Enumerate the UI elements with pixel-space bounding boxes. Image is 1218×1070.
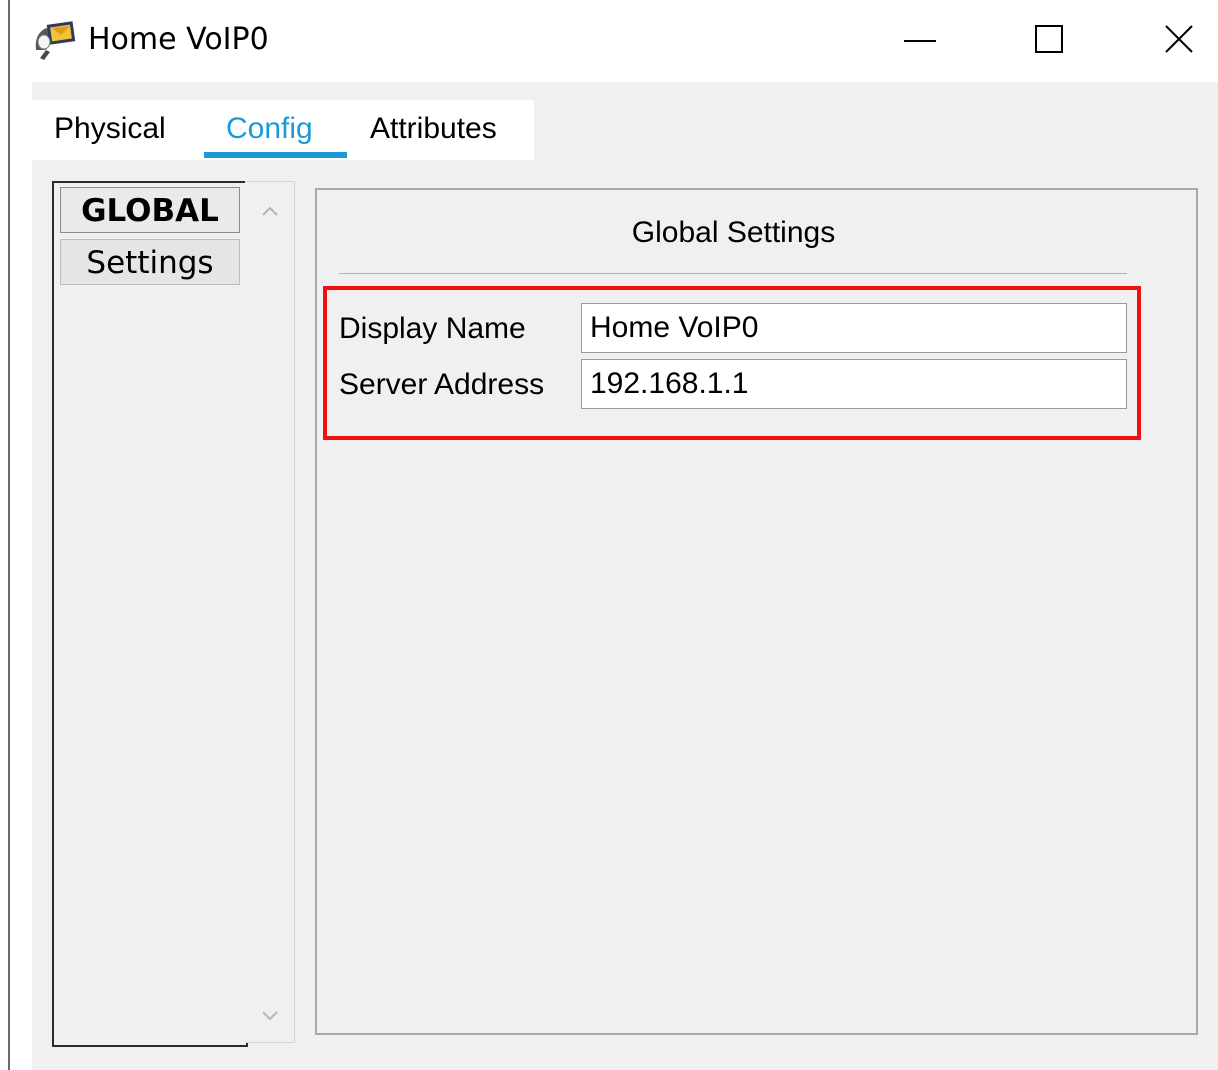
- heading-divider: [339, 273, 1127, 274]
- global-settings-panel: Global Settings Display Name Server Addr…: [315, 188, 1198, 1035]
- voip-device-icon: [35, 21, 76, 60]
- close-icon: [1165, 25, 1193, 53]
- window-edge: [8, 0, 10, 1070]
- server-address-label: Server Address: [339, 368, 545, 401]
- nav-scrollbar[interactable]: [245, 181, 295, 1043]
- display-name-input[interactable]: [581, 303, 1127, 353]
- maximize-button[interactable]: [1020, 14, 1080, 66]
- tab-physical[interactable]: Physical: [54, 112, 166, 146]
- close-button[interactable]: [1150, 14, 1210, 66]
- nav-item-global[interactable]: GLOBAL: [60, 187, 240, 233]
- tab-attributes[interactable]: Attributes: [370, 112, 497, 146]
- title-bar: Home VoIP0: [10, 0, 1218, 80]
- minimize-button[interactable]: [890, 14, 950, 66]
- display-name-label: Display Name: [339, 312, 526, 345]
- scroll-up-button[interactable]: [255, 198, 285, 224]
- chevron-up-icon: [262, 206, 278, 216]
- scroll-down-button[interactable]: [255, 1002, 285, 1028]
- device-window: Home VoIP0 Physical Config Attributes GL…: [0, 0, 1218, 1070]
- window-title: Home VoIP0: [88, 22, 269, 57]
- tab-config[interactable]: Config: [226, 112, 313, 146]
- active-tab-indicator: [204, 152, 347, 158]
- chevron-down-icon: [262, 1011, 278, 1021]
- nav-item-settings[interactable]: Settings: [60, 239, 240, 285]
- minimize-icon: [904, 40, 936, 42]
- panel-heading: Global Settings: [631, 216, 836, 249]
- tab-bar: Physical Config Attributes: [32, 100, 534, 160]
- config-nav-list: GLOBAL Settings: [52, 181, 248, 1047]
- server-address-input[interactable]: [581, 359, 1127, 409]
- maximize-icon: [1035, 25, 1063, 53]
